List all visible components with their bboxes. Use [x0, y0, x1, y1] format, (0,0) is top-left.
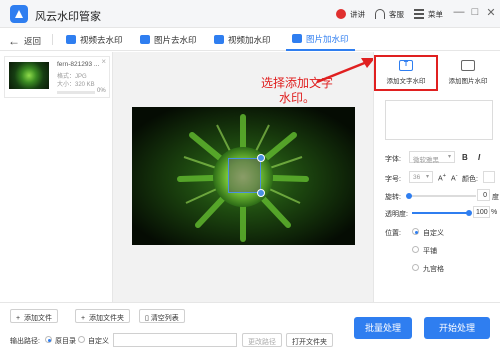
font-size-decrease-button[interactable]: A-: [451, 173, 458, 182]
rotate-label: 旋转:: [385, 194, 401, 201]
rotate-unit: 度: [492, 194, 499, 201]
original-dir-radio[interactable]: [45, 336, 52, 343]
opacity-input[interactable]: 100: [473, 206, 490, 218]
color-label: 颜色:: [462, 176, 478, 183]
file-thumbnail: [9, 62, 49, 89]
tab-add-image-watermark[interactable]: 添加图片水印: [438, 57, 498, 90]
support-label[interactable]: 客服: [389, 9, 404, 20]
image-watermark-icon: [461, 60, 475, 71]
file-size: 大小：320 KB: [57, 82, 95, 88]
trash-icon: ▯: [145, 315, 149, 322]
image-icon: [292, 34, 302, 43]
position-tile-label: 平铺: [423, 248, 437, 255]
output-path-input[interactable]: [113, 333, 237, 347]
menu-label[interactable]: 菜单: [428, 9, 443, 20]
opacity-slider-handle[interactable]: [466, 210, 472, 216]
resize-handle[interactable]: [257, 189, 265, 197]
size-label: 字号:: [385, 176, 401, 183]
font-label: 字体:: [385, 156, 401, 163]
add-folder-button[interactable]: + 添加文件夹: [75, 309, 130, 323]
vip-icon[interactable]: [336, 9, 346, 19]
tab-image-remove-watermark[interactable]: 图片去水印: [134, 28, 203, 51]
tab-video-add-watermark[interactable]: 视频加水印: [208, 28, 277, 51]
close-button[interactable]: ✕: [484, 6, 498, 19]
add-file-button[interactable]: + 添加文件: [10, 309, 58, 323]
bottom-bar: + 添加文件 + 添加文件夹 ▯ 清空列表 输出路径: 原目录 自定义 更改路径…: [0, 302, 500, 352]
batch-process-button[interactable]: 批量处理: [354, 317, 412, 339]
app-logo-icon: [10, 5, 28, 23]
annotation-arrow-icon: [316, 58, 375, 84]
chevron-down-icon: ▾: [447, 154, 451, 160]
settings-panel: T 添加文字水印 添加图片水印 字体: 微软雅黑 ▾ B I 字号: 36 ▾ A+…: [373, 52, 500, 302]
opacity-slider[interactable]: [412, 212, 468, 214]
resize-handle[interactable]: [257, 154, 265, 162]
opacity-label: 透明度:: [385, 211, 408, 218]
italic-button[interactable]: I: [478, 153, 480, 162]
rotate-input[interactable]: 0: [477, 189, 490, 201]
opacity-unit: %: [491, 209, 498, 216]
original-dir-label: 原目录: [55, 338, 76, 345]
watermark-selection-box[interactable]: [228, 154, 265, 197]
custom-dir-label: 自定义: [88, 338, 109, 345]
change-path-button[interactable]: 更改路径: [242, 333, 282, 347]
plus-icon: +: [81, 315, 86, 322]
watermark-text-input[interactable]: [385, 100, 493, 140]
video-icon: [66, 35, 76, 44]
size-select[interactable]: 36 ▾: [409, 171, 433, 183]
tab-video-remove-watermark[interactable]: 视频去水印: [60, 28, 129, 51]
file-progress-percent: 0%: [97, 88, 106, 94]
output-path-label: 输出路径:: [10, 338, 40, 345]
bold-button[interactable]: B: [462, 153, 468, 162]
custom-dir-radio[interactable]: [78, 336, 85, 343]
title-bar: 风云水印管家 讲讲 客服 菜单 — □ ✕: [0, 0, 500, 28]
divider: [52, 34, 53, 45]
position-custom-radio[interactable]: [412, 228, 419, 235]
position-grid-label: 九宫格: [423, 266, 444, 273]
clear-list-button[interactable]: ▯ 清空列表: [139, 309, 185, 323]
video-icon: [214, 35, 224, 44]
image-icon: [140, 35, 150, 44]
preview-canvas: [113, 52, 373, 302]
start-process-button[interactable]: 开始处理: [424, 317, 490, 339]
back-button[interactable]: ← 返回: [8, 33, 41, 48]
position-grid-radio[interactable]: [412, 264, 419, 271]
file-name: fern-821293 ...: [57, 61, 100, 68]
menu-icon[interactable]: [414, 9, 424, 19]
position-custom-label: 自定义: [423, 230, 444, 237]
file-progress-bar: [57, 91, 95, 94]
color-picker[interactable]: [483, 171, 495, 183]
toolbar: ← 返回 视频去水印 图片去水印 视频加水印 图片加水印: [0, 28, 500, 51]
headset-icon[interactable]: [375, 9, 385, 19]
app-title: 风云水印管家: [35, 11, 101, 23]
chevron-down-icon: ▾: [425, 174, 429, 180]
plus-icon: +: [16, 315, 21, 322]
vip-label[interactable]: 讲讲: [350, 9, 365, 20]
maximize-button[interactable]: □: [468, 6, 482, 18]
position-label: 位置:: [385, 230, 401, 237]
rotate-slider[interactable]: [408, 195, 476, 197]
file-list-panel: fern-821293 ... 格式：JPG 大小：320 KB 0% ×: [0, 52, 113, 302]
highlight-box: [374, 55, 438, 91]
tab-image-add-watermark[interactable]: 图片加水印: [286, 28, 355, 51]
font-select[interactable]: 微软雅黑 ▾: [409, 151, 455, 164]
back-arrow-icon: ←: [8, 34, 20, 48]
file-list-item[interactable]: fern-821293 ... 格式：JPG 大小：320 KB 0% ×: [4, 56, 110, 98]
remove-file-icon[interactable]: ×: [101, 57, 106, 66]
open-folder-button[interactable]: 打开文件夹: [286, 333, 333, 347]
minimize-button[interactable]: —: [452, 6, 466, 18]
rotate-slider-handle[interactable]: [406, 193, 412, 199]
position-tile-radio[interactable]: [412, 246, 419, 253]
font-size-increase-button[interactable]: A+: [438, 173, 446, 182]
